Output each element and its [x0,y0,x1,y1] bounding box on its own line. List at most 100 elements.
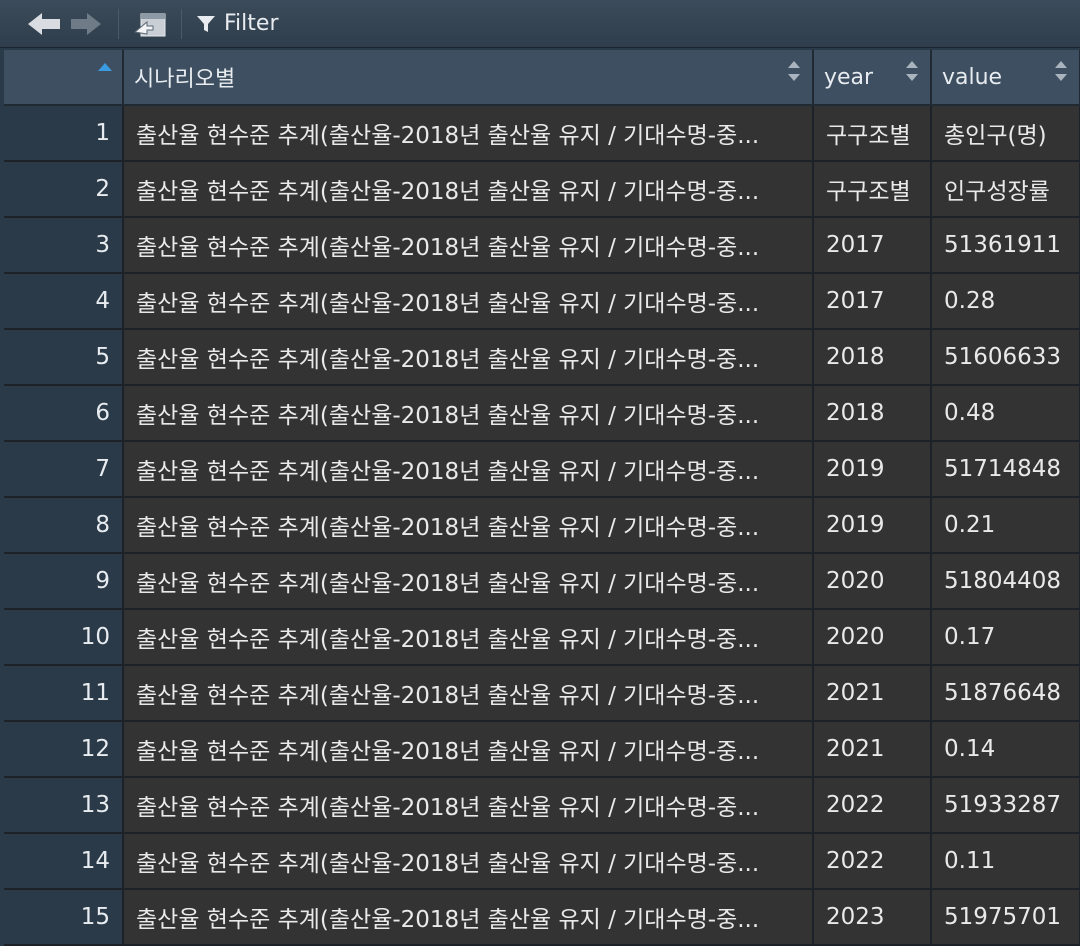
arrow-left-icon [28,12,60,35]
toolbar-divider [118,8,119,39]
sort-icon [906,61,918,81]
cell-scenario: 출산율 현수준 추계(출산율-2018년 출산율 유지 / 기대수명-중... [123,833,814,890]
cell-value: 0.21 [931,497,1080,554]
popout-window-icon [133,13,166,36]
table-row: 6 출산율 현수준 추계(출산율-2018년 출산율 유지 / 기대수명-중..… [4,385,1080,442]
table-row: 5 출산율 현수준 추계(출산율-2018년 출산율 유지 / 기대수명-중..… [4,329,1080,386]
row-index: 14 [4,833,124,890]
cell-scenario: 출산율 현수준 추계(출산율-2018년 출산율 유지 / 기대수명-중... [123,329,814,386]
data-table-grid: 시나리오별 year value 1 출산율 현수준 추계(출산율-2018년 … [4,50,1080,946]
table-row: 8 출산율 현수준 추계(출산율-2018년 출산율 유지 / 기대수명-중..… [4,497,1080,554]
row-index: 1 [4,105,124,162]
column-header-scenario[interactable]: 시나리오별 [123,50,814,106]
cell-scenario: 출산율 현수준 추계(출산율-2018년 출산율 유지 / 기대수명-중... [123,665,814,722]
cell-year: 2021 [813,665,932,722]
cell-value: 0.48 [931,385,1080,442]
table-row: 4 출산율 현수준 추계(출산율-2018년 출산율 유지 / 기대수명-중..… [4,273,1080,330]
cell-scenario: 출산율 현수준 추계(출산율-2018년 출산율 유지 / 기대수명-중... [123,161,814,218]
cell-scenario: 출산율 현수준 추계(출산율-2018년 출산율 유지 / 기대수명-중... [123,609,814,666]
cell-value: 51975701 [931,889,1080,946]
cell-year: 2019 [813,441,932,498]
cell-year: 2021 [813,721,932,778]
data-viewer-toolbar: Filter [0,0,1080,48]
row-index: 2 [4,161,124,218]
cell-value: 51804408 [931,553,1080,610]
cell-scenario: 출산율 현수준 추계(출산율-2018년 출산율 유지 / 기대수명-중... [123,273,814,330]
row-index: 4 [4,273,124,330]
table-row: 2 출산율 현수준 추계(출산율-2018년 출산율 유지 / 기대수명-중..… [4,161,1080,218]
row-index: 13 [4,777,124,834]
cell-year: 2018 [813,329,932,386]
sort-icon [788,61,800,81]
cell-value: 51876648 [931,665,1080,722]
cell-value: 51606633 [931,329,1080,386]
cell-scenario: 출산율 현수준 추계(출산율-2018년 출산율 유지 / 기대수명-중... [123,497,814,554]
filter-label: Filter [224,11,279,36]
arrow-right-icon [71,12,101,35]
table-row: 12 출산율 현수준 추계(출산율-2018년 출산율 유지 / 기대수명-중.… [4,721,1080,778]
column-header-value[interactable]: value [931,50,1080,106]
row-index: 12 [4,721,124,778]
sort-icon [1055,61,1067,81]
cell-scenario: 출산율 현수준 추계(출산율-2018년 출산율 유지 / 기대수명-중... [123,441,814,498]
cell-year: 2019 [813,497,932,554]
row-index: 3 [4,217,124,274]
table-row: 11 출산율 현수준 추계(출산율-2018년 출산율 유지 / 기대수명-중.… [4,665,1080,722]
cell-scenario: 출산율 현수준 추계(출산율-2018년 출산율 유지 / 기대수명-중... [123,889,814,946]
back-button[interactable] [22,6,66,42]
cell-year: 2020 [813,609,932,666]
cell-year: 2022 [813,833,932,890]
cell-value: 51714848 [931,441,1080,498]
row-index: 7 [4,441,124,498]
funnel-icon [197,15,215,32]
row-index: 8 [4,497,124,554]
column-header-label: 시나리오별 [134,67,236,92]
row-index: 11 [4,665,124,722]
row-index: 5 [4,329,124,386]
forward-button[interactable] [66,6,106,42]
data-table: 시나리오별 year value 1 출산율 현수준 추계(출산율-2018년 … [4,50,1080,946]
cell-scenario: 출산율 현수준 추계(출산율-2018년 출산율 유지 / 기대수명-중... [123,217,814,274]
cell-scenario: 출산율 현수준 추계(출산율-2018년 출산율 유지 / 기대수명-중... [123,553,814,610]
cell-value: 인구성장률 [931,161,1080,218]
table-row: 15 출산율 현수준 추계(출산율-2018년 출산율 유지 / 기대수명-중.… [4,889,1080,946]
cell-value: 0.11 [931,833,1080,890]
cell-value: 51361911 [931,217,1080,274]
cell-year: 구구조별 [813,105,932,162]
filter-button[interactable]: Filter [190,11,284,36]
toolbar-divider [181,8,182,39]
cell-value: 0.17 [931,609,1080,666]
table-row: 14 출산율 현수준 추계(출산율-2018년 출산율 유지 / 기대수명-중.… [4,833,1080,890]
cell-scenario: 출산율 현수준 추계(출산율-2018년 출산율 유지 / 기대수명-중... [123,105,814,162]
row-index: 15 [4,889,124,946]
table-row: 7 출산율 현수준 추계(출산율-2018년 출산율 유지 / 기대수명-중..… [4,441,1080,498]
table-row: 13 출산율 현수준 추계(출산율-2018년 출산율 유지 / 기대수명-중.… [4,777,1080,834]
table-header-row: 시나리오별 year value [4,50,1080,106]
cell-value: 0.28 [931,273,1080,330]
table-row: 3 출산율 현수준 추계(출산율-2018년 출산율 유지 / 기대수명-중..… [4,217,1080,274]
column-header-label: year [824,64,874,90]
popout-button[interactable] [127,6,173,42]
cell-value: 0.14 [931,721,1080,778]
cell-value: 총인구(명) [931,105,1080,162]
cell-scenario: 출산율 현수준 추계(출산율-2018년 출산율 유지 / 기대수명-중... [123,385,814,442]
table-row: 9 출산율 현수준 추계(출산율-2018년 출산율 유지 / 기대수명-중..… [4,553,1080,610]
sort-ascending-icon [98,63,112,71]
column-header-label: value [942,64,1003,90]
row-index: 10 [4,609,124,666]
cell-value: 51933287 [931,777,1080,834]
cell-year: 2017 [813,217,932,274]
row-index: 6 [4,385,124,442]
cell-year: 2018 [813,385,932,442]
column-header-year[interactable]: year [813,50,932,106]
table-row: 1 출산율 현수준 추계(출산율-2018년 출산율 유지 / 기대수명-중..… [4,105,1080,162]
table-row: 10 출산율 현수준 추계(출산율-2018년 출산율 유지 / 기대수명-중.… [4,609,1080,666]
cell-scenario: 출산율 현수준 추계(출산율-2018년 출산율 유지 / 기대수명-중... [123,777,814,834]
cell-year: 2017 [813,273,932,330]
cell-year: 2023 [813,889,932,946]
cell-year: 2022 [813,777,932,834]
cell-scenario: 출산율 현수준 추계(출산율-2018년 출산율 유지 / 기대수명-중... [123,721,814,778]
cell-year: 구구조별 [813,161,932,218]
column-header-index[interactable] [4,50,124,106]
row-index: 9 [4,553,124,610]
